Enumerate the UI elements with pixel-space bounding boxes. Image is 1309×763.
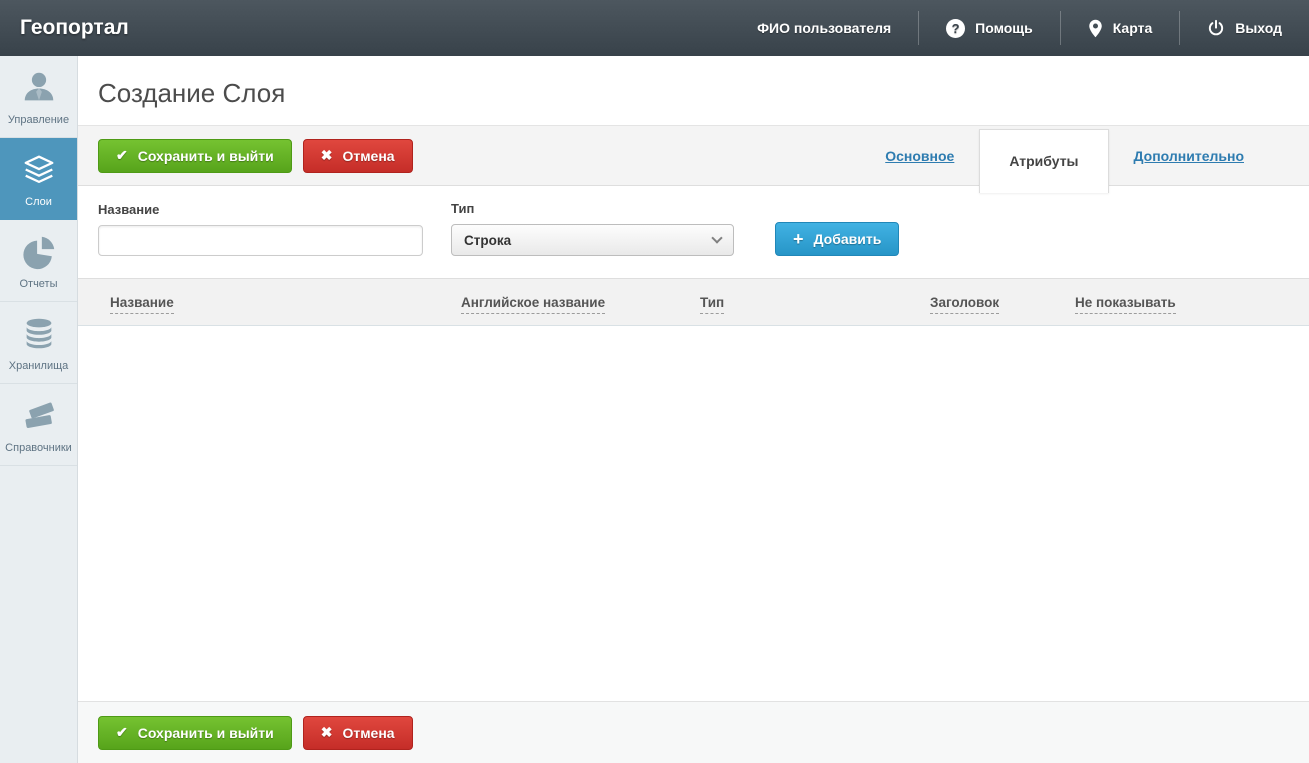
help-label: Помощь — [975, 20, 1033, 36]
column-header-hide: Не показывать — [1075, 295, 1309, 310]
type-label: Тип — [451, 201, 734, 216]
type-select-value: Строка — [464, 233, 511, 248]
user-icon — [20, 69, 58, 107]
user-menu[interactable]: ФИО пользователя — [730, 0, 918, 56]
add-label: Добавить — [814, 231, 882, 247]
map-pin-icon — [1088, 19, 1103, 38]
cancel-label: Отмена — [342, 148, 394, 164]
column-header-link[interactable]: Не показывать — [1075, 295, 1176, 314]
layers-icon — [20, 151, 58, 189]
column-header-link[interactable]: Название — [110, 295, 174, 314]
sidebar-item-label: Слои — [25, 196, 52, 208]
page-header: Создание Слоя — [78, 56, 1309, 126]
name-label: Название — [98, 202, 423, 217]
column-header-name: Название — [110, 295, 461, 310]
column-header-type: Тип — [700, 295, 930, 310]
user-name-label: ФИО пользователя — [757, 20, 891, 36]
books-icon — [20, 397, 58, 435]
pie-chart-icon — [20, 233, 58, 271]
plus-icon: + — [793, 230, 804, 248]
type-select[interactable]: Строка — [451, 224, 734, 256]
navbar-right: ФИО пользователя ? Помощь Карта Выход — [730, 0, 1309, 56]
sidebar-item-label: Справочники — [5, 442, 72, 454]
attribute-form: Название Тип Строка + Добавить — [78, 186, 1309, 256]
logout-label: Выход — [1235, 20, 1282, 36]
top-navbar: Геопортал ФИО пользователя ? Помощь Карт… — [0, 0, 1309, 56]
column-header-link[interactable]: Заголовок — [930, 295, 999, 314]
help-button[interactable]: ? Помощь — [919, 0, 1060, 56]
column-header-link[interactable]: Тип — [700, 295, 724, 314]
main-content: Создание Слоя ✔ Сохранить и выйти ✖ Отме… — [78, 56, 1309, 763]
sidebar: Управление Слои Отчеты Хранил — [0, 56, 78, 763]
attributes-table-header: Название Английское название Тип Заголов… — [78, 278, 1309, 326]
column-header-link[interactable]: Английское название — [461, 295, 605, 314]
cross-icon: ✖ — [321, 147, 333, 164]
sidebar-item-management[interactable]: Управление — [0, 56, 77, 138]
save-exit-button[interactable]: ✔ Сохранить и выйти — [98, 139, 292, 173]
sidebar-item-label: Управление — [8, 114, 69, 126]
add-attribute-button[interactable]: + Добавить — [775, 222, 899, 256]
cancel-label: Отмена — [342, 725, 394, 741]
tab-additional[interactable]: Дополнительно — [1109, 126, 1269, 185]
cross-icon: ✖ — [321, 724, 333, 741]
cancel-button-bottom[interactable]: ✖ Отмена — [303, 716, 413, 750]
attributes-table-body — [78, 326, 1309, 701]
sidebar-item-label: Хранилища — [9, 360, 69, 372]
map-label: Карта — [1113, 20, 1153, 36]
name-input[interactable] — [98, 225, 423, 256]
map-button[interactable]: Карта — [1061, 0, 1180, 56]
chevron-down-icon — [711, 232, 722, 243]
tab-main[interactable]: Основное — [860, 126, 979, 185]
tab-attributes[interactable]: Атрибуты — [979, 129, 1108, 193]
help-icon: ? — [946, 19, 965, 38]
app-logo[interactable]: Геопортал — [0, 0, 149, 56]
sidebar-item-directories[interactable]: Справочники — [0, 384, 77, 466]
logout-button[interactable]: Выход — [1180, 0, 1309, 56]
sidebar-item-storage[interactable]: Хранилища — [0, 302, 77, 384]
sidebar-item-reports[interactable]: Отчеты — [0, 220, 77, 302]
footer-toolbar: ✔ Сохранить и выйти ✖ Отмена — [78, 701, 1309, 763]
tab-bar: Основное Атрибуты Дополнительно — [860, 126, 1269, 185]
power-icon — [1207, 19, 1225, 37]
toolbar: ✔ Сохранить и выйти ✖ Отмена Основное Ат… — [78, 126, 1309, 186]
page-title: Создание Слоя — [98, 78, 1289, 109]
type-field-group: Тип Строка — [451, 201, 734, 256]
sidebar-item-layers[interactable]: Слои — [0, 138, 77, 220]
name-field-group: Название — [98, 202, 423, 256]
sidebar-item-label: Отчеты — [19, 278, 57, 290]
save-exit-button-bottom[interactable]: ✔ Сохранить и выйти — [98, 716, 292, 750]
cancel-button[interactable]: ✖ Отмена — [303, 139, 413, 173]
save-exit-label: Сохранить и выйти — [138, 725, 274, 741]
check-icon: ✔ — [116, 147, 128, 164]
save-exit-label: Сохранить и выйти — [138, 148, 274, 164]
check-icon: ✔ — [116, 724, 128, 741]
database-icon — [20, 315, 58, 353]
column-header-title: Заголовок — [930, 295, 1075, 310]
column-header-english-name: Английское название — [461, 295, 700, 310]
